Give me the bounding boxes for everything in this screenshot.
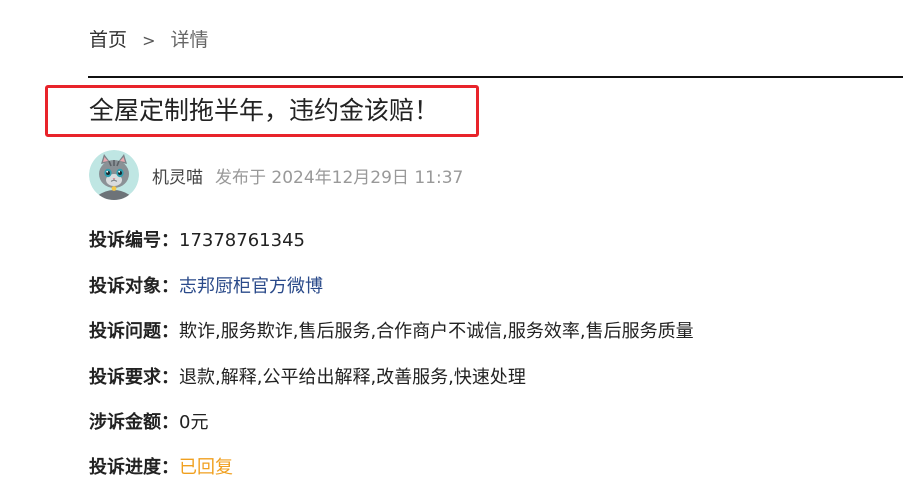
complaint-demand-row: 投诉要求：退款,解释,公平给出解释,改善服务,快速处理 (89, 366, 526, 390)
complaint-issue-row: 投诉问题：欺诈,服务欺诈,售后服务,合作商户不诚信,服务效率,售后服务质量 (89, 320, 694, 344)
status-badge: 已回复 (179, 457, 233, 478)
complaint-progress-label: 投诉进度： (89, 457, 179, 478)
publish-time: 发布于 2024年12月29日 11:37 (215, 167, 464, 188)
gray-cat-avatar-icon (89, 150, 139, 200)
breadcrumb-separator: > (142, 31, 156, 50)
author-row: 机灵喵 发布于 2024年12月29日 11:37 (89, 150, 463, 200)
header-divider (88, 76, 903, 78)
complaint-demand-label: 投诉要求： (89, 367, 179, 388)
complaint-issue-value: 欺诈,服务欺诈,售后服务,合作商户不诚信,服务效率,售后服务质量 (179, 321, 694, 342)
complaint-target-link[interactable]: 志邦厨柜官方微博 (179, 276, 323, 297)
complaint-target-row: 投诉对象：志邦厨柜官方微博 (89, 275, 323, 299)
complaint-amount-value: 0元 (179, 412, 209, 433)
complaint-demand-value: 退款,解释,公平给出解释,改善服务,快速处理 (179, 367, 526, 388)
complaint-detail-page: 首页 > 详情 全屋定制拖半年，违约金该赔！ 机灵喵 发布于 2024年12月2… (0, 0, 919, 478)
complaint-issue-label: 投诉问题： (89, 321, 179, 342)
breadcrumb: 首页 > 详情 (89, 27, 209, 54)
complaint-amount-label: 涉诉金额： (89, 412, 179, 433)
avatar[interactable] (89, 150, 139, 200)
complaint-title: 全屋定制拖半年，违约金该赔！ (89, 96, 440, 125)
complaint-id-label: 投诉编号： (89, 230, 179, 251)
complaint-amount-row: 涉诉金额：0元 (89, 411, 208, 435)
author-name[interactable]: 机灵喵 (152, 163, 203, 188)
breadcrumb-home-link[interactable]: 首页 (89, 29, 127, 51)
complaint-id-value: 17378761345 (179, 230, 305, 251)
breadcrumb-current: 详情 (170, 29, 209, 51)
complaint-id-row: 投诉编号：17378761345 (89, 229, 305, 253)
complaint-target-label: 投诉对象： (89, 276, 179, 297)
complaint-progress-row: 投诉进度：已回复 (89, 456, 233, 478)
